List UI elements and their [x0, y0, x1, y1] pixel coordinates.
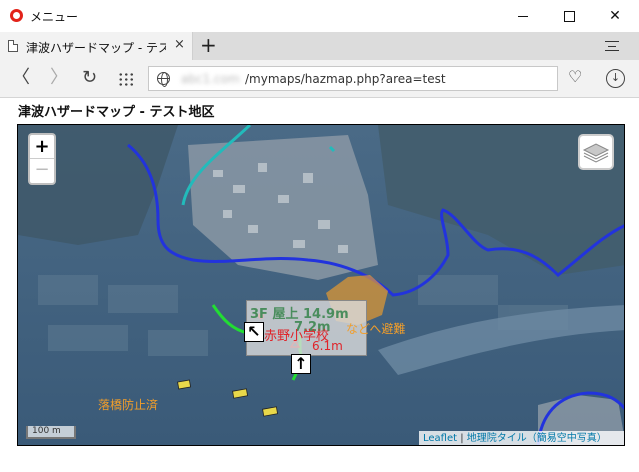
- url-host: abc1.com: [181, 72, 240, 86]
- zoom-in-button[interactable]: +: [30, 135, 54, 159]
- map-attribution: Leaflet | 地理院タイル（簡易空中写真）: [419, 431, 624, 445]
- zoom-control: + −: [28, 133, 56, 185]
- page-content: 津波ハザードマップ - テスト地区 + − 3F 屋上 14.9m 7.2m 6…: [0, 99, 639, 472]
- zoom-out-button[interactable]: −: [30, 159, 54, 183]
- evacuation-label: などへ避難: [346, 322, 406, 336]
- title-bar: メニュー ✕: [0, 0, 639, 32]
- tab-close-button[interactable]: ×: [174, 37, 185, 52]
- school-label: 赤野小学校: [264, 329, 330, 344]
- page-title: 津波ハザードマップ - テスト地区: [18, 105, 215, 120]
- tab-menu-icon[interactable]: [605, 41, 619, 51]
- hazard-map[interactable]: + − 3F 屋上 14.9m 7.2m 6.1m 赤野小学校 などへ避難 落橋…: [17, 124, 625, 446]
- leaflet-link[interactable]: Leaflet: [423, 433, 457, 444]
- bridge-label: 落橋防止済: [98, 398, 159, 412]
- new-tab-button[interactable]: +: [200, 34, 217, 56]
- scale-bar: 100 m: [26, 426, 76, 439]
- address-bar[interactable]: abc1.com /mymaps/hazmap.php?area=test: [148, 66, 558, 91]
- speed-dial-icon[interactable]: [118, 72, 134, 86]
- reload-button[interactable]: ↻: [82, 68, 97, 88]
- download-button[interactable]: ↓: [606, 69, 625, 88]
- url-path: /mymaps/hazmap.php?area=test: [245, 72, 446, 86]
- minimize-button[interactable]: [500, 0, 546, 32]
- close-window-button[interactable]: ✕: [592, 0, 638, 32]
- opera-logo-icon[interactable]: [10, 9, 23, 22]
- gsi-tiles-link[interactable]: 地理院タイル（簡易空中写真）: [467, 433, 607, 444]
- bookmark-heart-button[interactable]: ♡: [568, 68, 582, 86]
- tab-label: 津波ハザードマップ - テスト地区: [26, 41, 166, 55]
- forward-button[interactable]: 〉: [50, 68, 68, 88]
- address-toolbar: 〈 〉 ↻ abc1.com /mymaps/hazmap.php?area=t…: [0, 60, 639, 98]
- globe-icon: [157, 72, 170, 87]
- direction-arrow-up-icon[interactable]: ↑: [291, 354, 311, 374]
- menu-label[interactable]: メニュー: [30, 8, 78, 25]
- tab-hazard-map[interactable]: 津波ハザードマップ - テスト地区 ×: [0, 32, 193, 60]
- layers-icon: [582, 143, 610, 163]
- direction-arrow-icon[interactable]: ↖: [244, 322, 264, 342]
- layers-button[interactable]: [578, 134, 614, 170]
- back-button[interactable]: 〈: [12, 68, 30, 88]
- document-icon: [8, 40, 18, 52]
- maximize-button[interactable]: [546, 0, 592, 32]
- tab-bar: 津波ハザードマップ - テスト地区 × +: [0, 32, 639, 60]
